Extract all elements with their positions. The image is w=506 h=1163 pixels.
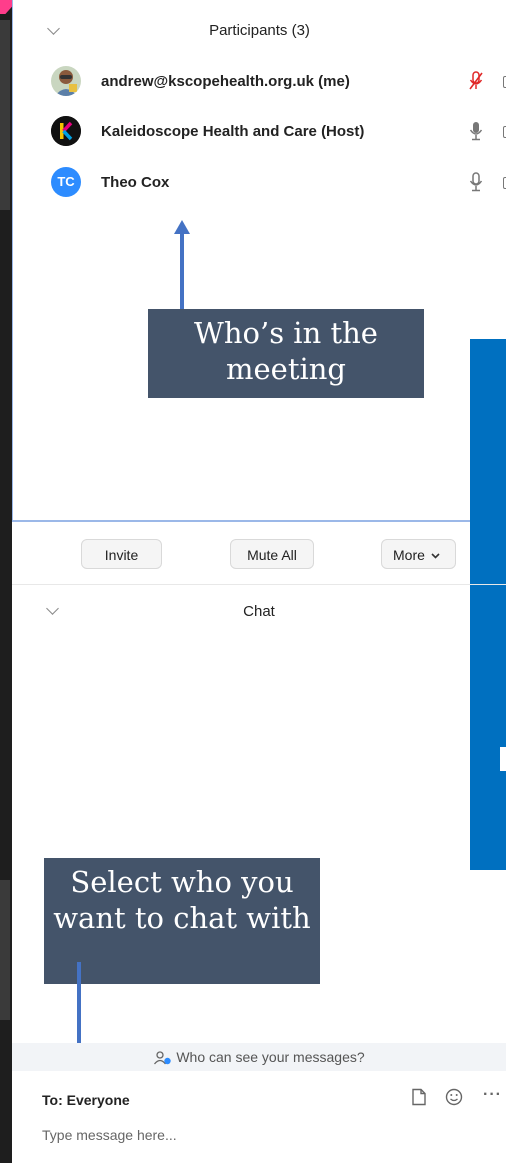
arrow-up-icon — [174, 220, 190, 234]
more-icon[interactable]: ··· — [483, 1086, 502, 1104]
arrow-line — [180, 232, 184, 320]
participants-panel: Participants (3) andrew@kscopehealth.org… — [12, 0, 506, 522]
participant-name: Theo Cox — [101, 174, 170, 191]
mic-icon[interactable] — [469, 171, 483, 193]
people-icon — [154, 1051, 172, 1065]
mic-muted-icon[interactable] — [469, 70, 483, 92]
participant-row[interactable]: Kaleidoscope Health and Care (Host) — [51, 116, 506, 148]
overlay-notch — [500, 747, 506, 771]
chevron-down-icon — [431, 553, 440, 559]
more-button-label: More — [393, 547, 425, 563]
visibility-info[interactable]: Who can see your messages? — [12, 1043, 506, 1071]
chat-title: Chat — [243, 603, 275, 620]
visibility-link: Who can see your messages? — [176, 1049, 365, 1065]
callout-participants: Who’s in the meeting — [148, 309, 424, 398]
arrow-line — [77, 962, 81, 1050]
mute-all-button[interactable]: Mute All — [230, 539, 314, 569]
message-input[interactable] — [42, 1124, 462, 1146]
participants-title: Participants (3) — [209, 22, 310, 39]
callout-chat: Select who you want to chat with — [44, 858, 320, 984]
edge-segment — [0, 20, 10, 210]
avatar: TC — [51, 167, 81, 197]
emoji-icon[interactable] — [445, 1088, 463, 1111]
recipient-selector[interactable]: To: Everyone — [42, 1092, 130, 1108]
participant-row[interactable]: andrew@kscopehealth.org.uk (me) — [51, 66, 506, 98]
mic-icon[interactable] — [469, 120, 483, 142]
file-icon[interactable] — [411, 1088, 427, 1111]
more-button[interactable]: More — [381, 539, 456, 569]
avatar — [51, 66, 81, 96]
participant-name: andrew@kscopehealth.org.uk (me) — [101, 73, 350, 90]
left-window-edge — [0, 0, 12, 1163]
edge-segment — [0, 880, 10, 1020]
participant-row[interactable]: TC Theo Cox — [51, 167, 506, 199]
divider — [12, 584, 506, 585]
participant-name: Kaleidoscope Health and Care (Host) — [101, 123, 365, 140]
invite-button[interactable]: Invite — [81, 539, 162, 569]
avatar — [51, 116, 81, 146]
